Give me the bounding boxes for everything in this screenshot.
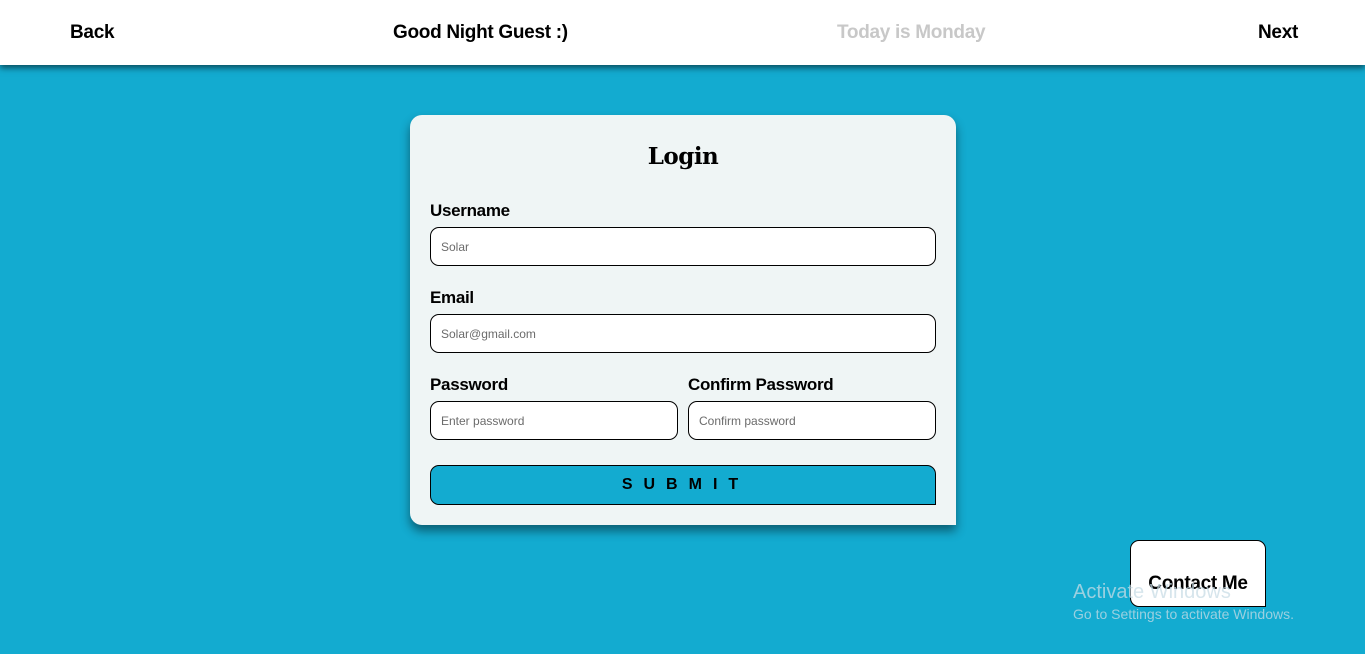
greeting-text: Good Night Guest :) — [393, 22, 568, 43]
confirm-password-label: Confirm Password — [688, 375, 834, 394]
email-label: Email — [430, 288, 474, 307]
username-input[interactable] — [430, 227, 936, 266]
email-input[interactable] — [430, 314, 936, 353]
submit-button[interactable]: SUBMIT — [430, 465, 936, 505]
username-label: Username — [430, 201, 510, 220]
login-card: Login Username Email Password Confirm Pa… — [410, 115, 956, 525]
password-input[interactable] — [430, 401, 678, 440]
back-link[interactable]: Back — [70, 20, 115, 46]
confirm-password-input[interactable] — [688, 401, 936, 440]
next-link[interactable]: Next — [1258, 20, 1298, 46]
top-navbar: Back Good Night Guest :) Today is Monday… — [0, 0, 1365, 65]
day-text: Today is Monday — [837, 22, 986, 43]
watermark-subtitle: Go to Settings to activate Windows. — [1073, 606, 1294, 622]
password-label: Password — [430, 375, 508, 394]
login-title: Login — [647, 143, 719, 170]
contact-me-button[interactable]: Contact Me — [1130, 540, 1266, 607]
